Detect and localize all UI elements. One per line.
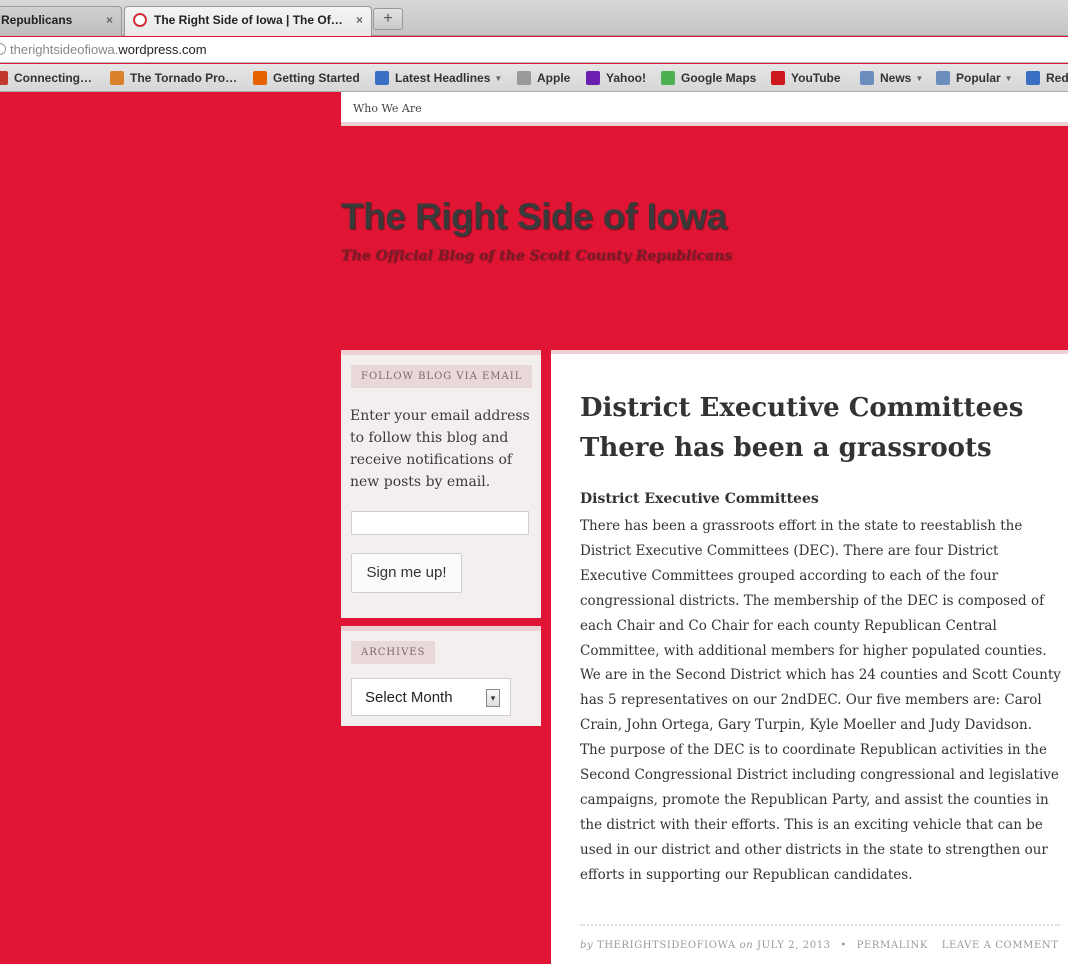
post-body: There has been a grassroots effort in th… xyxy=(580,518,1061,883)
post-date-link[interactable]: JULY 2, 2013 xyxy=(757,940,831,951)
bookmark-label: Apple xyxy=(537,71,571,85)
post-subheading: District Executive Committees xyxy=(580,491,819,507)
site-description: The Official Blog of the Scott County Re… xyxy=(341,248,733,264)
close-tab-icon[interactable]: × xyxy=(356,13,363,27)
archives-select[interactable]: Select Month ▾ xyxy=(351,678,511,716)
tab-right-side-of-iowa[interactable]: The Right Side of Iowa | The Of… × xyxy=(124,6,372,36)
bookmark-label: Popular xyxy=(956,71,1001,85)
page-icon xyxy=(517,71,531,85)
meta-by: by xyxy=(580,940,594,951)
close-tab-icon[interactable]: × xyxy=(106,13,113,27)
url-text[interactable]: therightsideofiowa.wordpress.com xyxy=(10,42,207,57)
youtube-icon xyxy=(771,71,785,85)
maps-icon xyxy=(661,71,675,85)
email-field[interactable] xyxy=(351,511,529,535)
chevron-down-icon[interactable]: ▼ xyxy=(1005,74,1013,83)
post-author-link[interactable]: THERIGHTSIDEOFIOWA xyxy=(597,940,736,951)
bookmark-item[interactable]: Apple xyxy=(517,71,570,85)
follow-widget-title: FOLLOW BLOG VIA EMAIL xyxy=(351,365,533,388)
archives-widget-title: ARCHIVES xyxy=(351,641,436,664)
post-divider xyxy=(580,924,1060,926)
follow-widget-text: Enter your email address to follow this … xyxy=(350,408,530,490)
chevron-down-icon[interactable]: ▾ xyxy=(486,689,500,707)
top-navigation: Who We Are xyxy=(341,92,1068,126)
bookmark-item[interactable]: The Tornado Pro… xyxy=(110,71,237,85)
sign-me-up-button[interactable]: Sign me up! xyxy=(351,553,462,593)
folder-icon xyxy=(936,71,950,85)
archives-select-value: Select Month xyxy=(365,689,453,706)
post-meta: by THERIGHTSIDEOFIOWA on JULY 2, 2013 • … xyxy=(580,940,1068,951)
chevron-down-icon[interactable]: ▼ xyxy=(494,74,502,83)
bookmarks-bar: Connecting… The Tornado Pro… Getting Start… xyxy=(0,64,1068,92)
tab-label: Republicans xyxy=(1,13,73,27)
bookmark-item[interactable]: Red xyxy=(1026,71,1068,85)
bookmark-label: YouTube xyxy=(791,71,841,85)
bookmark-label: Google Maps xyxy=(681,71,757,85)
bookmark-label: The Tornado Pro… xyxy=(130,71,238,85)
firefox-icon xyxy=(253,71,267,85)
bookmark-item[interactable]: Google Maps xyxy=(661,71,756,85)
yahoo-icon xyxy=(586,71,600,85)
meta-separator: • xyxy=(840,940,847,951)
globe-icon xyxy=(0,43,6,55)
bookmark-label: Latest Headlines xyxy=(395,71,491,85)
follow-blog-widget: FOLLOW BLOG VIA EMAIL Enter your email a… xyxy=(341,350,541,618)
bookmark-item[interactable]: Latest Headlines ▼ xyxy=(375,71,502,85)
key-icon xyxy=(0,71,8,85)
address-bar[interactable]: therightsideofiowa.wordpress.com xyxy=(0,37,1068,63)
new-tab-button[interactable]: + xyxy=(373,8,403,30)
permalink-link[interactable]: PERMALINK xyxy=(857,940,928,951)
chevron-down-icon[interactable]: ▼ xyxy=(915,74,923,83)
archives-widget: ARCHIVES Select Month ▾ xyxy=(341,626,541,726)
post-title[interactable]: District Executive Committees There has … xyxy=(580,388,1050,468)
bookmark-label: Connecting… xyxy=(14,71,92,85)
url-domain: wordpress.com xyxy=(118,42,207,57)
url-subdomain: therightsideofiowa. xyxy=(10,42,119,57)
tab-label: The Right Side of Iowa | The Of… xyxy=(154,13,343,27)
site-title[interactable]: The Right Side of Iowa xyxy=(341,196,727,238)
tab-bar: Republicans × The Right Side of Iowa | T… xyxy=(0,0,1068,36)
bookmark-label: Getting Started xyxy=(273,71,360,85)
bookmark-item[interactable]: Connecting… xyxy=(0,71,92,85)
site-favicon-icon xyxy=(133,13,147,27)
bookmark-item[interactable]: Popular ▼ xyxy=(936,71,1013,85)
bookmark-label: News xyxy=(880,71,912,85)
meta-on: on xyxy=(739,940,754,951)
tornado-icon xyxy=(110,71,124,85)
rss-icon xyxy=(375,71,389,85)
bookmark-label: Red xyxy=(1046,71,1068,85)
bookmark-item[interactable]: Yahoo! xyxy=(586,71,646,85)
rss-icon xyxy=(1026,71,1040,85)
folder-icon xyxy=(860,71,874,85)
bookmark-item[interactable]: Getting Started xyxy=(253,71,360,85)
nav-who-we-are[interactable]: Who We Are xyxy=(353,102,422,115)
tab-republicans[interactable]: Republicans × xyxy=(0,6,122,36)
bookmark-item[interactable]: News ▼ xyxy=(860,71,923,85)
post-content: District Executive Committees There has … xyxy=(551,350,1068,964)
leave-comment-link[interactable]: LEAVE A COMMENT xyxy=(942,940,1059,951)
bookmark-item[interactable]: YouTube xyxy=(771,71,841,85)
bookmark-label: Yahoo! xyxy=(606,71,647,85)
